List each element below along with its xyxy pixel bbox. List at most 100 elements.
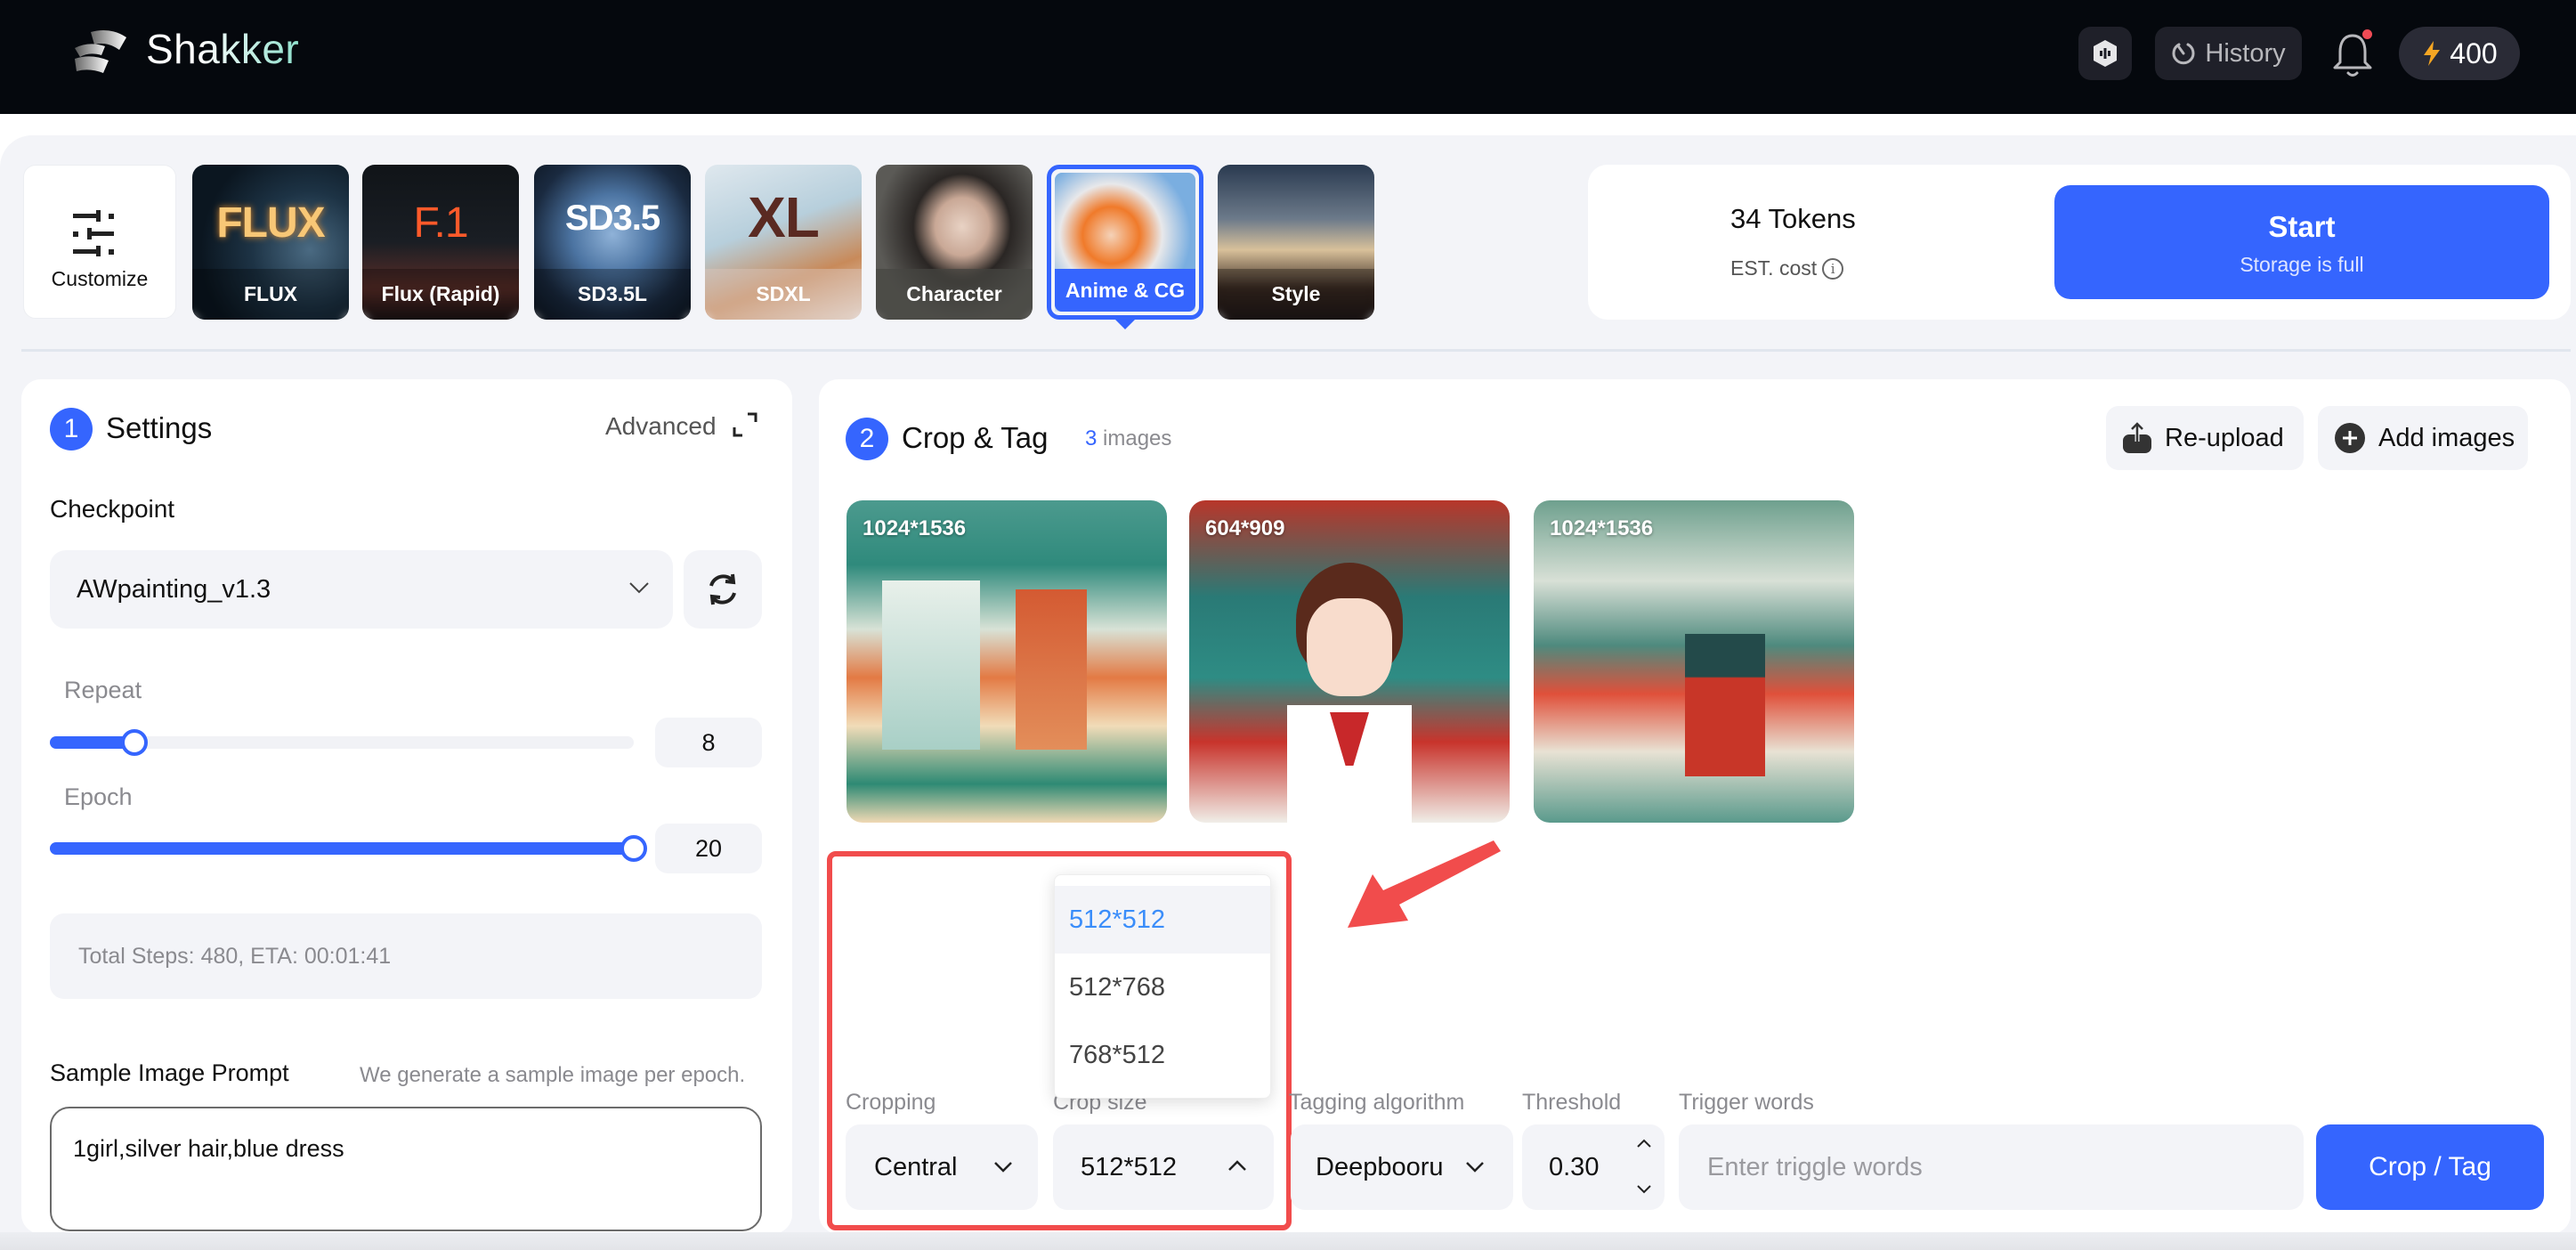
tagging-label: Tagging algorithm	[1289, 1090, 1465, 1115]
increment-icon[interactable]	[1634, 1137, 1654, 1149]
crop-size-option[interactable]: 512*512	[1055, 886, 1270, 954]
training-image[interactable]: 1024*1536	[847, 500, 1167, 823]
training-image[interactable]: 604*909	[1189, 500, 1510, 823]
model-card-label: Character	[876, 269, 1033, 320]
threshold-value: 0.30	[1549, 1152, 1600, 1181]
crop-tag-title: Crop & Tag	[902, 421, 1049, 454]
credits-pill[interactable]: 400	[2399, 27, 2520, 80]
pagoda-shape	[1685, 634, 1765, 776]
start-label: Start	[2268, 210, 2336, 243]
checkpoint-select[interactable]: AWpainting_v1.3	[50, 550, 673, 629]
model-card-character[interactable]: Character	[876, 165, 1033, 320]
tagging-algorithm-select[interactable]: Deepbooru	[1291, 1124, 1513, 1210]
upload-icon	[2123, 422, 2151, 453]
crop-size-select[interactable]: 512*512	[1053, 1124, 1274, 1210]
start-sublabel: Storage is full	[2240, 253, 2364, 276]
sliders-icon	[73, 210, 114, 256]
model-card-label: FLUX	[192, 269, 349, 320]
anime-card-inner: Anime & CG	[1055, 173, 1195, 312]
image-dimensions: 1024*1536	[863, 516, 967, 540]
reupload-button[interactable]: Re-upload	[2106, 406, 2304, 470]
est-cost-label: EST. cost i	[1730, 256, 1844, 280]
step-badge-1: 1	[50, 408, 93, 450]
tagging-value: Deepbooru	[1316, 1152, 1444, 1181]
model-card-label: SDXL	[705, 269, 862, 320]
image-count-suffix: images	[1097, 426, 1172, 450]
model-card-flux[interactable]: FLUX FLUX	[192, 165, 349, 320]
cliff-shape	[1016, 589, 1087, 750]
waterfall-shape	[882, 580, 980, 750]
crop-tag-button[interactable]: Crop / Tag	[2316, 1124, 2544, 1210]
model-card-label: SD3.5L	[534, 269, 691, 320]
plus-circle-icon	[2335, 423, 2365, 453]
sdxl-thumb-text: XL	[748, 185, 820, 249]
sample-prompt-input[interactable]	[50, 1107, 762, 1231]
model-card-sdxl[interactable]: XL SDXL	[705, 165, 862, 320]
epoch-label: Epoch	[64, 783, 133, 810]
checkpoint-value: AWpainting_v1.3	[77, 574, 271, 604]
crop-size-option[interactable]: 768*512	[1055, 1021, 1270, 1089]
total-steps-info: Total Steps: 480, ETA: 00:01:41	[50, 913, 762, 999]
checkpoint-label: Checkpoint	[50, 495, 175, 523]
epoch-slider[interactable]	[50, 835, 647, 862]
advanced-toggle[interactable]: Advanced	[605, 411, 758, 441]
brand-name[interactable]: Shakker	[146, 25, 299, 73]
training-image[interactable]: 1024*1536	[1534, 500, 1854, 823]
history-clock-icon	[2172, 43, 2195, 65]
section-divider	[21, 349, 2571, 352]
model-card-flux-rapid[interactable]: F.1 Flux (Rapid)	[362, 165, 519, 320]
credits-value: 400	[2450, 37, 2498, 69]
model-card-style[interactable]: Style	[1218, 165, 1374, 320]
repeat-slider-handle[interactable]	[121, 729, 149, 756]
est-cost-text: EST. cost	[1730, 256, 1818, 280]
chevron-down-icon	[994, 1162, 1012, 1173]
repeat-label: Repeat	[64, 677, 142, 703]
repeat-slider[interactable]	[50, 729, 634, 756]
chevron-down-icon	[1466, 1162, 1484, 1173]
customize-card[interactable]: Customize	[23, 165, 176, 319]
threshold-input[interactable]: 0.30	[1522, 1124, 1665, 1210]
image-count-number: 3	[1085, 426, 1098, 450]
selected-pointer	[1114, 319, 1136, 329]
history-button[interactable]: History	[2155, 27, 2302, 80]
model-card-label: Anime & CG	[1055, 269, 1195, 312]
step-badge-2: 2	[846, 418, 888, 460]
info-icon[interactable]: i	[1822, 257, 1844, 280]
cropping-select[interactable]: Central	[846, 1124, 1038, 1210]
image-dimensions: 1024*1536	[1550, 516, 1654, 540]
shakker-logo-icon[interactable]	[71, 28, 135, 78]
image-dimensions: 604*909	[1205, 516, 1285, 540]
advanced-label: Advanced	[605, 412, 717, 440]
cropping-label: Cropping	[846, 1090, 936, 1115]
model-card-sd35l[interactable]: SD3.5 SD3.5L	[534, 165, 691, 320]
refresh-checkpoint-button[interactable]	[684, 550, 762, 629]
trigger-words-input[interactable]	[1679, 1124, 2304, 1210]
crop-size-option[interactable]: 512*768	[1055, 954, 1270, 1021]
lightning-bolt-icon	[2424, 41, 2441, 66]
model-card-label: Style	[1218, 269, 1374, 320]
epoch-slider-handle[interactable]	[620, 835, 647, 862]
sample-prompt-hint: We generate a sample image per epoch.	[360, 1063, 746, 1087]
cropping-value: Central	[874, 1152, 958, 1181]
epoch-value[interactable]: 20	[655, 824, 762, 873]
chevron-up-icon	[1228, 1160, 1246, 1171]
crop-size-dropdown: 512*512 512*768 768*512	[1054, 874, 1271, 1099]
steps-text: Total Steps: 480, ETA: 00:01:41	[78, 943, 392, 969]
flux-thumb-text: FLUX	[216, 199, 325, 247]
token-cost: 34 Tokens	[1730, 203, 1856, 234]
model-card-anime-cg[interactable]: Anime & CG	[1047, 165, 1203, 320]
notification-dot	[2362, 29, 2372, 39]
threshold-label: Threshold	[1522, 1090, 1622, 1115]
discord-button[interactable]	[2078, 27, 2132, 80]
refresh-icon	[709, 573, 736, 605]
repeat-value[interactable]: 8	[655, 718, 762, 767]
character-face-shape	[1307, 598, 1392, 696]
crop-size-value: 512*512	[1081, 1152, 1178, 1181]
image-count: 3 images	[1085, 426, 1171, 451]
chevron-down-icon	[629, 582, 649, 594]
add-images-button[interactable]: Add images	[2318, 406, 2528, 470]
start-button[interactable]: Start Storage is full	[2054, 185, 2549, 299]
decrement-icon[interactable]	[1634, 1183, 1654, 1196]
sd35-thumb-text: SD3.5	[564, 199, 660, 238]
discord-hex-icon	[2094, 40, 2117, 67]
